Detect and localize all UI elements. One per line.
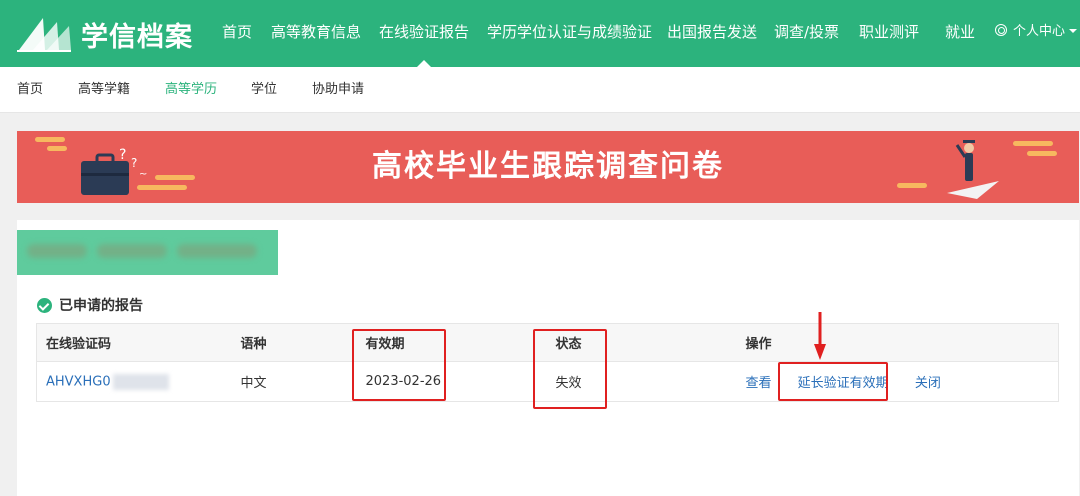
column-header-code: 在线验证码 — [36, 323, 232, 362]
user-icon — [995, 24, 1007, 36]
column-header-actions: 操作 — [736, 323, 1059, 362]
close-link[interactable]: 关闭 — [915, 376, 941, 391]
cell-code: AHVXHG0 — [36, 361, 232, 402]
nav-career-test[interactable]: 职业测评 — [859, 0, 919, 67]
arrow-down-icon — [814, 312, 826, 360]
annotation-box-expiry — [352, 329, 446, 401]
annotation-box-status — [533, 329, 607, 409]
site-logo[interactable]: 学信档案 — [15, 14, 193, 54]
verification-code-link[interactable]: AHVXHG0 — [46, 374, 111, 389]
section-title: 已申请的报告 — [37, 295, 143, 315]
section-title-text: 已申请的报告 — [59, 298, 143, 314]
survey-banner[interactable]: ? ? ~ 高校毕业生跟踪调查问卷 — [17, 131, 1079, 203]
nav-survey-vote[interactable]: 调查/投票 — [774, 0, 839, 67]
nav-higher-education-info[interactable]: 高等教育信息 — [271, 0, 361, 67]
nav-home[interactable]: 首页 — [222, 0, 252, 67]
annotation-box-extend — [778, 362, 888, 401]
nav-employment[interactable]: 就业 — [945, 0, 975, 67]
user-center-label: 个人中心 — [1013, 24, 1066, 39]
nav-overseas-report[interactable]: 出国报告发送 — [667, 0, 757, 67]
banner-title: 高校毕业生跟踪调查问卷 — [372, 149, 724, 184]
check-circle-icon — [37, 297, 52, 313]
view-link[interactable]: 查看 — [746, 376, 772, 391]
logo-text: 学信档案 — [81, 21, 193, 53]
user-center-menu[interactable]: 个人中心 — [995, 0, 1078, 67]
subnav-assist-apply[interactable]: 协助申请 — [312, 67, 364, 113]
sub-nav-bar: 首页 高等学籍 高等学历 学位 协助申请 — [0, 67, 1080, 113]
subnav-higher-degree[interactable]: 高等学历 — [165, 67, 217, 113]
blurred-code-suffix — [112, 373, 169, 390]
nav-online-verification-report[interactable]: 在线验证报告 — [379, 0, 469, 67]
subnav-home[interactable]: 首页 — [17, 67, 43, 113]
subnav-higher-enrollment[interactable]: 高等学籍 — [78, 67, 130, 113]
nav-degree-certification[interactable]: 学历学位认证与成绩验证 — [487, 0, 652, 67]
top-nav-bar: 学信档案 首页 高等教育信息 在线验证报告 学历学位认证与成绩验证 出国报告发送… — [0, 0, 1080, 67]
book-logo-icon — [17, 18, 71, 52]
blurred-name-block — [17, 230, 278, 275]
cell-language: 中文 — [231, 361, 357, 402]
caret-down-icon — [1069, 29, 1078, 33]
column-header-language: 语种 — [231, 323, 357, 362]
subnav-degree[interactable]: 学位 — [251, 67, 277, 113]
